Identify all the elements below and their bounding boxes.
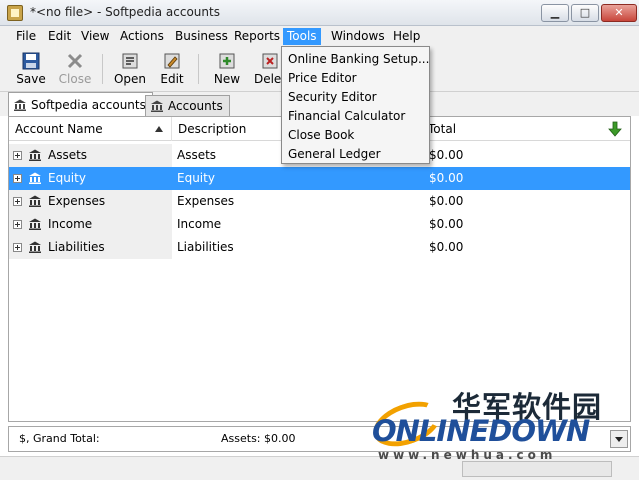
table-row[interactable]: Liabilities Liabilities $0.00 — [9, 236, 630, 259]
grand-total-label: $, Grand Total: — [19, 432, 100, 445]
save-button[interactable]: Save — [11, 50, 51, 90]
account-name: Income — [48, 217, 93, 231]
menu-item-close-book[interactable]: Close Book — [288, 126, 354, 145]
account-description: Assets — [177, 148, 217, 162]
new-account-icon — [219, 53, 235, 69]
tab-accounts[interactable]: Accounts — [145, 95, 230, 116]
account-description: Expenses — [177, 194, 235, 208]
expand-icon[interactable] — [13, 197, 22, 206]
edit-account-icon — [164, 53, 180, 69]
bank-icon — [29, 195, 41, 207]
window-title: *<no file> - Softpedia accounts — [30, 5, 220, 19]
menu-help[interactable]: Help — [389, 28, 424, 45]
menu-reports[interactable]: Reports — [230, 28, 284, 45]
account-name: Liabilities — [48, 240, 105, 254]
menu-bar: File Edit View Actions Business Reports … — [0, 26, 639, 46]
edit-button[interactable]: Edit — [152, 50, 192, 90]
app-icon — [7, 5, 23, 21]
bank-icon — [14, 99, 26, 111]
menu-edit[interactable]: Edit — [44, 28, 75, 45]
watermark-logo: 华军软件园 ONLINEDOWN www.newhua.com — [367, 384, 634, 474]
assets-total: Assets: $0.00 — [221, 432, 296, 445]
tab-label: Softpedia accounts — [31, 98, 146, 112]
close-label: Close — [58, 72, 92, 86]
account-name: Expenses — [48, 194, 106, 208]
expand-icon[interactable] — [13, 151, 22, 160]
table-row[interactable]: Expenses Expenses $0.00 — [9, 190, 630, 213]
expand-icon[interactable] — [13, 220, 22, 229]
account-total: $0.00 — [429, 217, 464, 231]
save-icon — [22, 52, 40, 70]
bank-icon — [29, 149, 41, 161]
open-label: Open — [113, 72, 147, 86]
watermark-logo-text: ONLINEDOWN — [372, 414, 590, 448]
menu-actions[interactable]: Actions — [116, 28, 168, 45]
menu-item-financial-calculator[interactable]: Financial Calculator — [288, 107, 405, 126]
open-button[interactable]: Open — [110, 50, 150, 90]
menu-windows[interactable]: Windows — [327, 28, 389, 45]
bank-icon — [29, 241, 41, 253]
menu-item-price-editor[interactable]: Price Editor — [288, 69, 357, 88]
tab-softpedia-accounts[interactable]: Softpedia accounts — [8, 92, 153, 116]
tools-menu: Online Banking Setup... Price Editor Sec… — [281, 46, 430, 164]
delete-account-icon — [262, 53, 278, 69]
expand-icon[interactable] — [13, 174, 22, 183]
account-name: Assets — [48, 148, 88, 162]
table-row[interactable]: Income Income $0.00 — [9, 213, 630, 236]
watermark-url: www.newhua.com — [378, 448, 557, 462]
menu-view[interactable]: View — [77, 28, 113, 45]
account-description: Income — [177, 217, 222, 231]
account-total: $0.00 — [429, 171, 464, 185]
edit-label: Edit — [160, 72, 184, 86]
account-total: $0.00 — [429, 194, 464, 208]
account-total: $0.00 — [429, 240, 464, 254]
menu-business[interactable]: Business — [171, 28, 232, 45]
save-label: Save — [16, 72, 46, 86]
account-description: Liabilities — [177, 240, 234, 254]
menu-file[interactable]: File — [12, 28, 40, 45]
maximize-button[interactable]: □ — [571, 4, 599, 22]
table-row[interactable]: Equity Equity $0.00 — [9, 167, 630, 190]
menu-item-online-banking-setup[interactable]: Online Banking Setup... — [288, 50, 429, 69]
close-window-button[interactable]: ✕ — [601, 4, 637, 22]
bank-icon — [151, 100, 163, 112]
close-icon — [67, 53, 83, 69]
toolbar-separator — [198, 54, 199, 84]
toolbar-separator — [102, 54, 103, 84]
close-button[interactable]: Close — [55, 50, 95, 90]
menu-item-security-editor[interactable]: Security Editor — [288, 88, 377, 107]
sort-ascending-icon — [155, 126, 163, 132]
expand-icon[interactable] — [13, 243, 22, 252]
open-account-icon — [122, 53, 138, 69]
account-description: Equity — [177, 171, 215, 185]
tab-label: Accounts — [168, 99, 223, 113]
menu-item-general-ledger[interactable]: General Ledger — [288, 145, 381, 164]
minimize-button[interactable]: ▁ — [541, 4, 569, 22]
title-bar: *<no file> - Softpedia accounts ▁ □ ✕ — [0, 0, 639, 26]
bank-icon — [29, 218, 41, 230]
select-columns-arrow-icon[interactable] — [607, 121, 623, 137]
account-name: Equity — [48, 171, 86, 185]
column-total[interactable]: Total — [422, 117, 602, 141]
new-label: New — [213, 72, 241, 86]
account-total: $0.00 — [429, 148, 464, 162]
column-account-name[interactable]: Account Name — [9, 117, 172, 141]
menu-tools[interactable]: Tools — [283, 28, 321, 45]
new-button[interactable]: New — [207, 50, 247, 90]
bank-icon — [29, 172, 41, 184]
